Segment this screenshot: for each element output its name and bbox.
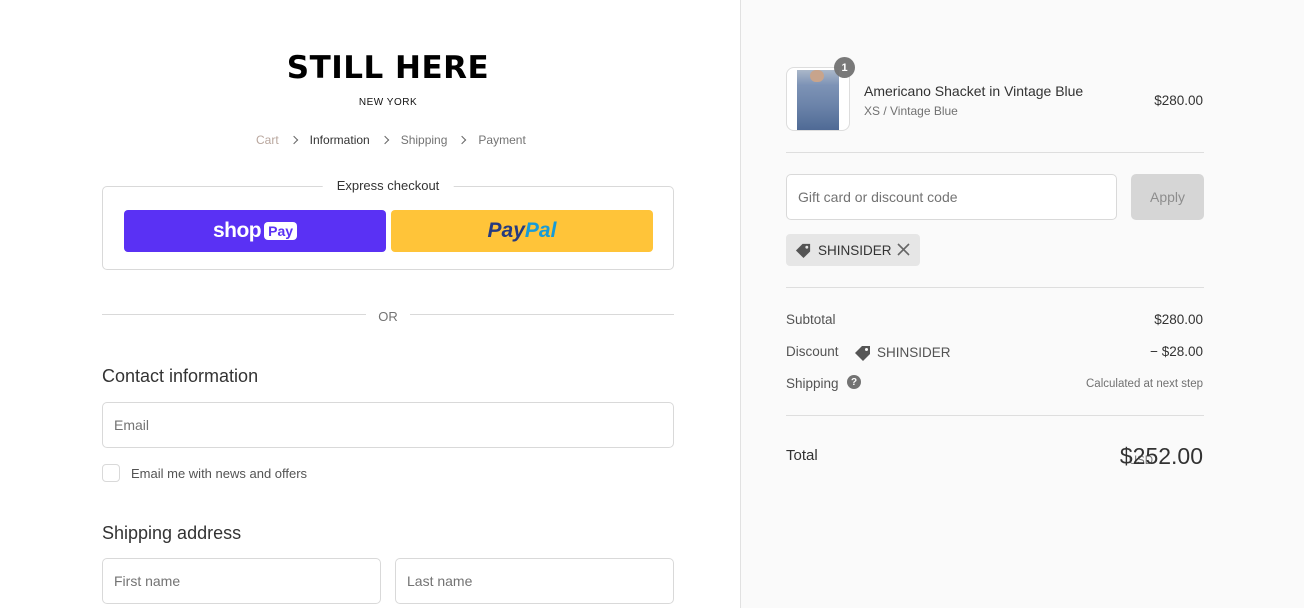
- divider: [786, 287, 1204, 288]
- apply-button[interactable]: Apply: [1131, 174, 1204, 220]
- shop-pay-button[interactable]: shop Pay: [124, 210, 386, 252]
- chevron-right-icon: [380, 135, 389, 145]
- discount-code: SHINSIDER: [877, 345, 951, 360]
- chevron-right-icon: [289, 135, 298, 145]
- email-field[interactable]: [102, 402, 674, 448]
- breadcrumb-shipping: Shipping: [400, 133, 448, 147]
- paypal-logo-pay: Pay: [487, 219, 525, 242]
- applied-discount-code: SHINSIDER: [818, 242, 892, 258]
- chevron-right-icon: [458, 135, 467, 145]
- paypal-button[interactable]: Pay Pal: [391, 210, 653, 252]
- store-logo[interactable]: STILL HERE: [0, 50, 776, 86]
- breadcrumb-payment: Payment: [478, 133, 526, 147]
- product-variant: XS / Vintage Blue: [864, 104, 958, 118]
- total-value: $252.00: [1119, 443, 1203, 469]
- tag-icon: [855, 346, 870, 361]
- divider-line: [102, 314, 366, 315]
- last-name-field[interactable]: [395, 558, 674, 604]
- newsletter-checkbox[interactable]: [102, 464, 120, 482]
- shop-pay-logo: shop: [212, 219, 262, 242]
- discount-value: − $28.00: [1150, 344, 1203, 359]
- shipping-label: Shipping: [786, 376, 839, 391]
- divider: [786, 415, 1204, 416]
- contact-section-title: Contact information: [102, 366, 259, 386]
- breadcrumb-information: Information: [309, 133, 370, 147]
- subtotal-value: $280.00: [1154, 312, 1203, 327]
- product-image-model: [810, 70, 824, 82]
- divider-line: [410, 314, 674, 315]
- shipping-section-title: Shipping address: [102, 523, 242, 543]
- first-name-field[interactable]: [102, 558, 381, 604]
- close-icon[interactable]: [896, 242, 911, 257]
- applied-discount-chip: SHINSIDER: [786, 234, 920, 266]
- newsletter-label[interactable]: Email me with news and offers: [131, 466, 307, 481]
- or-divider: OR: [378, 309, 398, 324]
- product-price: $280.00: [1154, 93, 1203, 108]
- shipping-value: Calculated at next step: [1086, 378, 1203, 390]
- checkout-main: STILL HERE NEW YORK Cart Information Shi…: [0, 0, 740, 608]
- tag-icon: [795, 243, 811, 258]
- shop-pay-badge: Pay: [264, 222, 298, 240]
- breadcrumb: Cart Information Shipping Payment: [256, 133, 526, 147]
- store-location: NEW YORK: [358, 97, 418, 108]
- divider: [786, 152, 1204, 153]
- help-icon[interactable]: ?: [847, 375, 861, 389]
- discount-code-field[interactable]: [786, 174, 1117, 220]
- product-name: Americano Shacket in Vintage Blue: [864, 83, 1084, 99]
- total-label: Total: [786, 447, 818, 464]
- paypal-logo-pal: Pal: [524, 219, 557, 242]
- express-checkout-title: Express checkout: [322, 178, 454, 193]
- breadcrumb-cart[interactable]: Cart: [256, 133, 279, 147]
- express-checkout: Express checkout shop Pay Pay Pal: [102, 178, 674, 270]
- discount-label: Discount: [786, 344, 839, 359]
- quantity-badge: 1: [834, 57, 855, 78]
- subtotal-label: Subtotal: [786, 312, 836, 327]
- order-summary: 1 Americano Shacket in Vintage Blue XS /…: [740, 0, 1304, 608]
